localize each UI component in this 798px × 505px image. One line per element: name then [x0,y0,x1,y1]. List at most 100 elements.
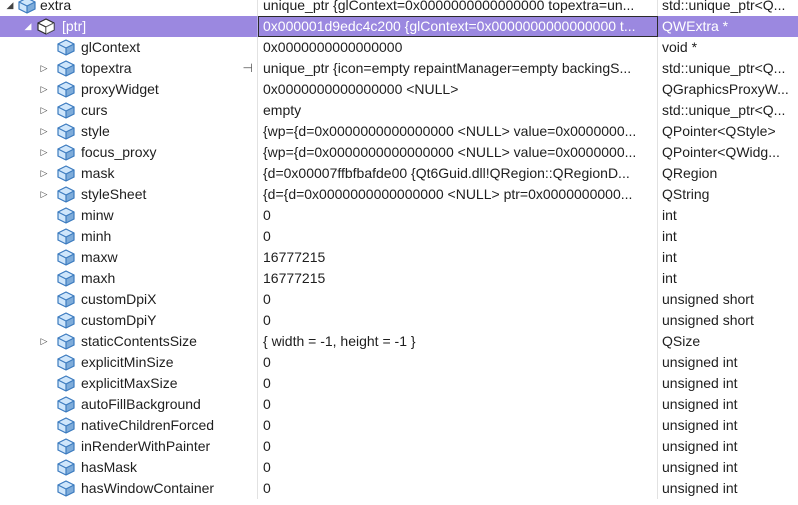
value-cell[interactable]: 0x0000000000000000 <NULL> [258,79,658,100]
chevron-right-icon[interactable]: ▷ [38,184,50,205]
variable-name: autoFillBackground [81,396,201,412]
type-cell: unsigned int [662,438,738,454]
field-cube-icon [57,459,75,476]
chevron-right-icon[interactable]: ▷ [38,79,50,100]
value-cell[interactable]: 0 [258,205,658,226]
watch-row[interactable]: hasMask 0 unsigned int [0,457,798,478]
value-cell[interactable]: unique_ptr {glContext=0x0000000000000000… [258,0,658,16]
pin-icon[interactable]: ⊣ [243,58,253,79]
watch-row[interactable]: ▷ focus_proxy {wp={d=0x0000000000000000 <… [0,142,798,163]
value-cell[interactable]: 0 [258,415,658,436]
name-cell: maxh [0,268,257,289]
variable-name: maxw [81,249,118,265]
chevron-right-icon[interactable]: ▷ [38,163,50,184]
watch-row[interactable]: ▷ topextra ⊣ unique_ptr {icon=empty repain… [0,58,798,79]
field-cube-icon [57,291,75,308]
variable-name: maxh [81,270,116,286]
value-cell[interactable]: empty [258,100,658,121]
watch-row[interactable]: explicitMinSize 0 unsigned int [0,352,798,373]
value-cell[interactable]: 16777215 [258,268,658,289]
watch-row[interactable]: ▷ curs empty std::unique_ptr<Q... [0,100,798,121]
value-cell[interactable]: 0 [258,310,658,331]
name-cell: maxw [0,247,257,268]
watch-row[interactable]: ◢ extra unique_ptr {glContext=0x000000000… [0,0,798,16]
watch-row[interactable]: maxh 16777215 int [0,268,798,289]
value-cell[interactable]: 16777215 [258,247,658,268]
value-cell[interactable]: 0x0000000000000000 [258,37,658,58]
chevron-down-icon[interactable]: ◢ [4,0,16,16]
variable-name: focus_proxy [81,144,157,160]
watch-row[interactable]: ▷ styleSheet {d={d=0x0000000000000000 <NU… [0,184,798,205]
value-cell[interactable]: {d=0x00007ffbfbafde00 {Qt6Guid.dll!QRegi… [258,163,658,184]
type-cell: unsigned int [662,375,738,391]
value-cell[interactable]: 0 [258,226,658,247]
watch-row[interactable]: nativeChildrenForced 0 unsigned int [0,415,798,436]
type-cell: unsigned int [662,396,738,412]
chevron-right-icon[interactable]: ▷ [38,121,50,142]
name-cell: customDpiY [0,310,257,331]
field-cube-icon [37,18,55,35]
variable-name: nativeChildrenForced [81,417,215,433]
type-cell: void * [662,39,698,55]
field-cube-icon [57,39,75,56]
name-cell: ▷ styleSheet [0,184,257,205]
name-cell: ▷ focus_proxy [0,142,257,163]
chevron-down-icon[interactable]: ◢ [22,16,34,37]
type-cell: QSize [662,333,701,349]
field-cube-icon [57,333,75,350]
variable-name: customDpiY [81,312,157,328]
value-cell[interactable]: 0x000001d9edc4c200 {glContext=0x00000000… [258,16,658,37]
watch-row[interactable]: customDpiY 0 unsigned short [0,310,798,331]
name-cell: ▷ curs [0,100,257,121]
watch-row[interactable]: ▷ mask {d=0x00007ffbfbafde00 {Qt6Guid.dll… [0,163,798,184]
watch-row[interactable]: minh 0 int [0,226,798,247]
value-cell[interactable]: 0 [258,289,658,310]
watch-row[interactable]: ◢ [ptr] 0x000001d9edc4c200 {glContext=0x0… [0,16,798,37]
value-cell[interactable]: {wp={d=0x0000000000000000 <NULL> value=0… [258,121,658,142]
chevron-right-icon[interactable]: ▷ [38,331,50,352]
watch-row[interactable]: ▷ proxyWidget 0x0000000000000000 <NULL> QG… [0,79,798,100]
field-cube-icon [57,396,75,413]
type-cell: std::unique_ptr<Q... [662,0,786,13]
name-cell: hasWindowContainer [0,478,257,499]
watch-row[interactable]: autoFillBackground 0 unsigned int [0,394,798,415]
watch-row[interactable]: maxw 16777215 int [0,247,798,268]
watch-row[interactable]: explicitMaxSize 0 unsigned int [0,373,798,394]
watch-row[interactable]: hasWindowContainer 0 unsigned int [0,478,798,499]
value-cell[interactable]: unique_ptr {icon=empty repaintManager=em… [258,58,658,79]
name-cell: customDpiX [0,289,257,310]
chevron-right-icon[interactable]: ▷ [38,100,50,121]
value-cell[interactable]: 0 [258,394,658,415]
field-cube-icon [57,165,75,182]
value-cell[interactable]: 0 [258,478,658,499]
chevron-right-icon[interactable]: ▷ [38,58,50,79]
watch-row[interactable]: ▷ staticContentsSize{ width = -1, height… [0,331,798,352]
type-cell: QPointer<QStyle> [662,123,776,139]
value-cell[interactable]: { width = -1, height = -1 } [258,331,658,352]
field-cube-icon [57,249,75,266]
type-cell: unsigned int [662,480,738,496]
name-cell: ◢ [ptr] [0,16,257,37]
value-cell[interactable]: 0 [258,436,658,457]
type-cell: std::unique_ptr<Q... [662,102,786,118]
watch-row[interactable]: minw 0 int [0,205,798,226]
variable-name: explicitMinSize [81,354,174,370]
name-cell: inRenderWithPainter [0,436,257,457]
chevron-right-icon[interactable]: ▷ [38,142,50,163]
type-cell: int [662,270,677,286]
value-cell[interactable]: 0 [258,457,658,478]
type-cell: unsigned int [662,417,738,433]
field-cube-icon [57,375,75,392]
field-cube-icon [57,354,75,371]
value-cell[interactable]: 0 [258,352,658,373]
variable-name: minw [81,207,114,223]
name-cell: glContext [0,37,257,58]
watch-row[interactable]: glContext 0x0000000000000000 void * [0,37,798,58]
watch-row[interactable]: customDpiX 0 unsigned short [0,289,798,310]
value-cell[interactable]: 0 [258,373,658,394]
value-cell[interactable]: {d={d=0x0000000000000000 <NULL> ptr=0x00… [258,184,658,205]
type-cell: QString [662,186,710,202]
watch-row[interactable]: ▷ style {wp={d=0x0000000000000000 <NULL> … [0,121,798,142]
value-cell[interactable]: {wp={d=0x0000000000000000 <NULL> value=0… [258,142,658,163]
watch-row[interactable]: inRenderWithPainter 0 unsigned int [0,436,798,457]
